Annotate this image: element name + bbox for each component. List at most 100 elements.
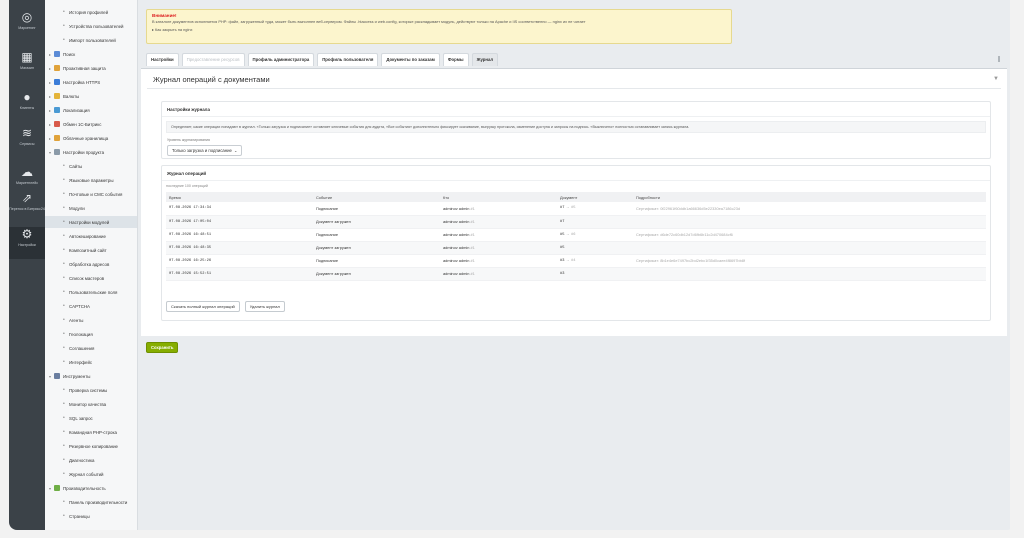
warning-box: Внимание! В каталоге документов исполняе… [146,9,732,44]
chevron-down-icon[interactable]: ▾ [49,150,53,155]
tree-subitem[interactable]: • Пользовательские поля [45,286,137,298]
tree-label: Производительность [63,485,106,491]
user-name[interactable]: adminov admin [443,206,469,211]
tree-subitem[interactable]: • SQL запрос [45,412,137,424]
tree-subitem[interactable]: • Список мастеров [45,272,137,284]
left-menu-item-6[interactable]: ⚙ Настройки [9,227,45,259]
tree-label: SQL запрос [69,415,93,421]
chevron-right-icon[interactable]: ▸ [49,94,53,99]
chevron-down-icon[interactable]: ▾ [49,374,53,379]
tree-subitem[interactable]: • Языковые параметры [45,174,137,186]
chevron-right-icon[interactable]: ▸ [49,66,53,71]
tab-2[interactable]: Профиль администратора [247,53,315,66]
tree-subitem[interactable]: • Интерфейс [45,356,137,368]
tree-subitem[interactable]: • Проверка системы [45,384,137,396]
bullet-icon: • [63,205,65,211]
document-id[interactable]: #7 [560,220,564,224]
tree-section[interactable]: ▾ Производительность [45,482,137,494]
tab-6[interactable]: Журнал [471,53,499,66]
page-scrollbar[interactable]: ▲ ▼ [1010,0,1015,530]
chevron-right-icon[interactable]: ▸ [49,122,53,127]
left-menu-item-2[interactable]: ● Клиенты [9,90,45,122]
user-id: #1 [470,232,475,237]
tree-subitem[interactable]: • Автокеширование [45,230,137,242]
tab-5[interactable]: Формы [442,53,469,66]
tree-subitem[interactable]: • Диагностика [45,454,137,466]
warning-nginx-link[interactable]: ▸ Как закрыть на nginx [152,27,726,33]
user-name[interactable]: adminov admin [443,232,469,237]
chevron-right-icon[interactable]: ▸ [49,80,53,85]
tree-subitem[interactable]: • Геолокация [45,328,137,340]
scroll-down-icon[interactable]: ▼ [1014,519,1015,525]
download-journal-button[interactable]: Скачать полный журнал операций [166,301,240,312]
tab-3[interactable]: Профиль пользователя [317,53,379,66]
tree-subitem[interactable]: • Командная PHP-строка [45,426,137,438]
collapse-chevron-icon[interactable]: ▼ [993,76,999,82]
admin-window: ◎ Маркетинг ▦ Магазин ● Клиенты ≋ Сервисы ☁ Марке… [9,0,1015,530]
tree-subitem[interactable]: • Обработка адресов [45,258,137,270]
tree-section[interactable]: ▸ Облачные хранилища [45,132,137,144]
save-button[interactable]: Сохранить [146,342,179,353]
tree-subitem[interactable]: • Композитный сайт [45,244,137,256]
tree-subitem[interactable]: • Почтовые и СМС события [45,188,137,200]
document-id[interactable]: #5 [560,246,564,250]
pin-icon[interactable] [998,56,1000,62]
tree-section[interactable]: ▸ Валюты [45,90,137,102]
tree-label: История профилей [69,9,109,15]
tree-label: Проверка системы [69,387,108,393]
chevron-right-icon[interactable]: ▸ [49,108,53,113]
tree-subitem[interactable]: • CAPTCHA [45,300,137,312]
tree-section[interactable]: ▸ Обмен 1С-Битрикс [45,118,137,130]
user-name[interactable]: adminov admin [443,219,469,224]
tree-section[interactable]: ▾ Настройки продукта [45,146,137,158]
tree-subitem[interactable]: • Монитор качества [45,398,137,410]
log-level-select[interactable]: Только загрузка и подписание ⌄ [167,145,243,156]
tree-section[interactable]: ▸ Локализация [45,104,137,116]
tree-subitem[interactable]: • Страницы [45,510,137,522]
tree-subitem[interactable]: • Модули [45,202,137,214]
left-menu-item-5[interactable]: ⇗ Перенос в Битрикс24 [9,191,45,223]
tree-label: Интерфейс [69,359,93,365]
delete-journal-button[interactable]: Удалить журнал [244,301,285,312]
tree-label: Агенты [69,317,84,323]
user-name[interactable]: adminov admin [443,245,469,250]
chevron-right-icon[interactable]: ▸ [49,52,53,57]
journal-panel: Журнал операций с документами ▼ Настройк… [141,68,1007,336]
left-menu-item-1[interactable]: ▦ Магазин [9,50,45,82]
tree-subitem[interactable]: • Журнал событий [45,468,137,480]
admin-tree-sidebar: • История профилей • Устройства пользовател… [45,0,138,530]
user-name[interactable]: adminov admin [443,271,469,276]
tree-section[interactable]: ▸ Поиск [45,48,137,60]
tab-4[interactable]: Документы по заказам [381,53,440,66]
bullet-icon: • [63,429,65,435]
operations-actions: Скачать полный журнал операций Удалить ж… [166,301,285,312]
tree-subitem[interactable]: • Резервное копирование [45,440,137,452]
tree-section[interactable]: ▸ Проактивная защита [45,62,137,74]
chevron-right-icon[interactable]: ▸ [49,136,53,141]
left-menu-item-3[interactable]: ≋ Сервисы [9,126,45,158]
tree-label: Автокеширование [69,233,106,239]
tree-subitem[interactable]: • Соглашения [45,342,137,354]
user-name[interactable]: adminov admin [443,258,469,263]
tree-subitem[interactable]: • Устройства пользователей [45,20,137,32]
left-menu-item-0[interactable]: ◎ Маркетинг [9,10,45,42]
chevron-down-icon[interactable]: ▾ [49,486,53,491]
tree-subitem[interactable]: • Панель производительности [45,496,137,508]
bullet-icon: • [63,275,65,281]
scroll-up-icon[interactable]: ▲ [1014,10,1015,16]
tree-section[interactable]: ▸ Настройка HTTPS [45,76,137,88]
document-id[interactable]: #3 [560,272,564,276]
tree-subitem[interactable]: • Настройки модулей [45,216,137,228]
left-menu-label: Магазин [20,66,34,70]
tree-subitem[interactable]: • Агенты [45,314,137,326]
tree-section[interactable]: ▾ Инструменты [45,370,137,382]
section-icon [54,107,60,113]
tree-subitem[interactable]: • Импорт пользователей [45,34,137,46]
tab-0[interactable]: Настройки [146,53,179,66]
bullet-icon: • [63,23,65,29]
bullet-icon: • [63,387,65,393]
user-id: #1 [470,219,475,224]
details-cell: Сертификат: 8b1e4e6e7497bc2bd2ebc1f35d0c… [633,254,986,268]
tree-subitem[interactable]: • История профилей [45,6,137,18]
tree-subitem[interactable]: • Сайты [45,160,137,172]
